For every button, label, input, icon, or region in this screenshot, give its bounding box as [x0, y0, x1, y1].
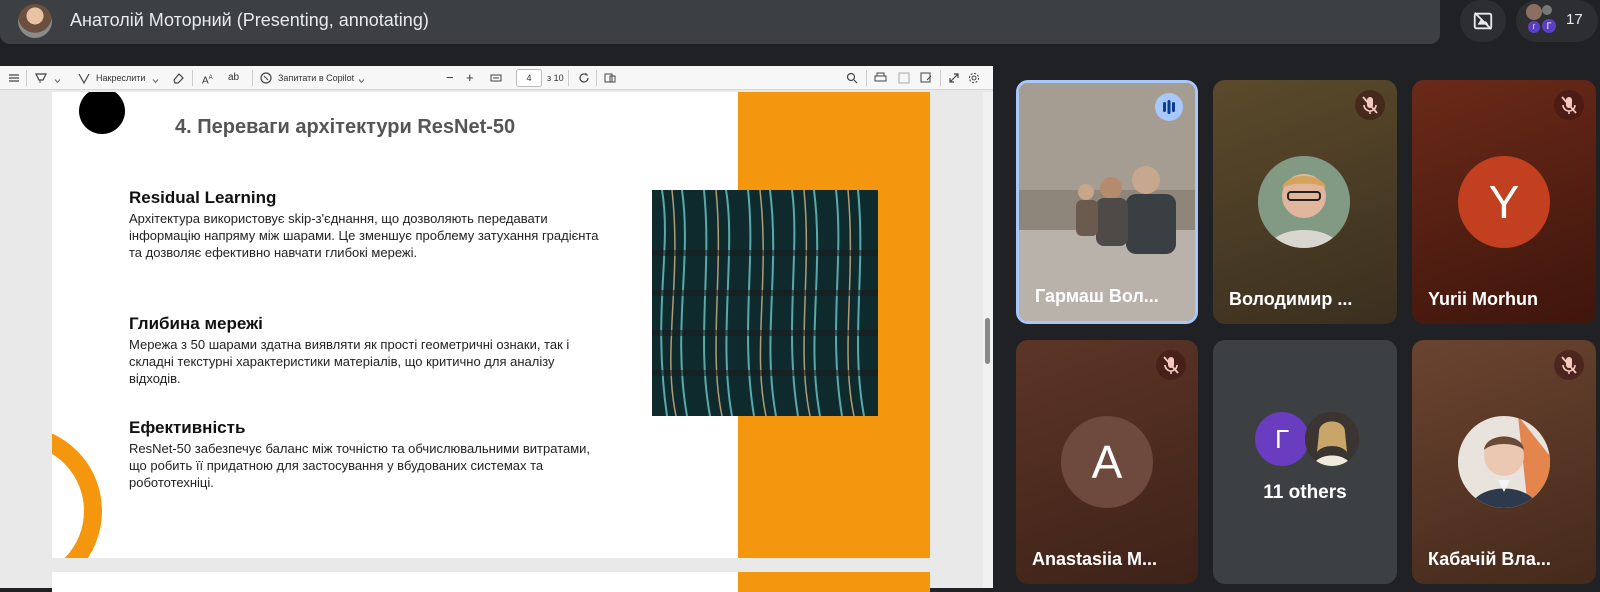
avatar [1458, 416, 1550, 508]
participant-name: Кабачій Вла... [1428, 549, 1551, 569]
separator [866, 70, 867, 86]
section-heading: Residual Learning [129, 188, 277, 207]
slide-black-circle [79, 92, 125, 134]
print-icon[interactable] [874, 71, 887, 85]
fullscreen-icon[interactable] [948, 71, 960, 85]
camera-off-icon [1473, 12, 1493, 30]
section-body: Мережа з 50 шарами здатна виявляти як пр… [129, 337, 570, 386]
presenter-name: Анатолій Моторний (Presenting, annotatin… [70, 10, 429, 30]
highlight-icon[interactable] [34, 71, 48, 85]
avatar: Y [1458, 156, 1550, 248]
search-icon[interactable] [846, 71, 858, 85]
chevron-down-icon[interactable] [152, 74, 159, 88]
translate-icon[interactable]: ab [228, 71, 239, 85]
mic-off-icon [1561, 96, 1577, 114]
fit-page-icon[interactable] [490, 71, 502, 85]
participant-tile[interactable]: Гармаш Вол... [1016, 80, 1198, 324]
next-slide-page [52, 572, 930, 592]
save-as-icon[interactable] [920, 71, 932, 85]
text-size-icon[interactable]: AA [202, 71, 213, 86]
draw-icon[interactable] [78, 71, 90, 85]
others-tile[interactable]: Г 11 others [1213, 340, 1397, 584]
avatar: Г [1255, 412, 1309, 466]
settings-icon[interactable] [968, 71, 980, 85]
section-body: ResNet-50 забезпечує баланс між точністю… [129, 441, 591, 490]
page-number-input[interactable]: 4 [516, 69, 542, 87]
separator [26, 70, 27, 86]
separator [596, 70, 597, 86]
chevron-down-icon[interactable] [358, 74, 365, 88]
slide-orange-panel [738, 572, 930, 592]
muted-indicator [1554, 350, 1584, 380]
participants-count: 17 [1566, 11, 1583, 28]
participant-tile[interactable]: Володимир ... [1213, 80, 1397, 324]
participant-tile[interactable]: Y Yurii Morhun [1412, 80, 1596, 324]
pdf-viewer: Накреслити AA ab Запитати в Copilot − + … [0, 66, 993, 592]
participants-button[interactable]: г Г 17 [1516, 0, 1598, 42]
participant-tile[interactable]: A Anastasiia M... [1016, 340, 1198, 584]
network-cables-image [652, 190, 878, 416]
cables-illustration [652, 190, 878, 416]
participant-name: Anastasiia M... [1032, 549, 1158, 569]
avatar: г [1528, 21, 1540, 33]
section-heading: Ефективність [129, 418, 246, 437]
mic-off-icon [1163, 356, 1179, 374]
mic-off-icon [1362, 96, 1378, 114]
speaking-indicator [1155, 93, 1183, 121]
audio-bars-icon [1163, 100, 1175, 114]
rotate-icon[interactable] [578, 71, 590, 85]
muted-indicator [1355, 90, 1385, 120]
zoom-in-icon[interactable]: + [466, 71, 474, 85]
page-view-icon[interactable] [604, 71, 616, 85]
section-body: Архітектура використовує skip-з'єднання,… [129, 211, 599, 260]
separator [192, 70, 193, 86]
muted-indicator [1554, 90, 1584, 120]
separator [568, 70, 569, 86]
separator [252, 70, 253, 86]
chevron-down-icon[interactable] [54, 74, 61, 88]
participant-tile[interactable]: Кабачій Вла... [1412, 340, 1596, 584]
save-icon[interactable] [898, 71, 910, 85]
avatar [1305, 412, 1359, 466]
total-pages-label: з 10 [547, 73, 564, 83]
participant-name: Володимир ... [1229, 289, 1353, 309]
participant-name: Yurii Morhun [1428, 289, 1538, 309]
scroll-thumb[interactable] [985, 318, 990, 364]
vertical-scrollbar[interactable] [983, 92, 993, 588]
avatar: Г [1542, 19, 1556, 33]
slide-title: 4. Переваги архітектури ResNet-50 [175, 116, 516, 138]
separator [940, 70, 941, 86]
zoom-out-icon[interactable]: − [446, 71, 454, 85]
avatar [1258, 156, 1350, 248]
muted-indicator [1156, 350, 1186, 380]
draw-label[interactable]: Накреслити [96, 71, 145, 85]
eraser-icon[interactable] [172, 71, 185, 85]
slide-page: 4. Переваги архітектури ResNet-50 Residu… [52, 92, 930, 558]
camera-off-button[interactable] [1460, 0, 1506, 42]
contents-icon[interactable] [8, 71, 20, 85]
slide-orange-ring [52, 426, 102, 558]
copilot-icon[interactable] [260, 71, 272, 85]
participant-name: Гармаш Вол... [1035, 286, 1159, 306]
pdf-toolbar: Накреслити AA ab Запитати в Copilot − + … [0, 66, 993, 90]
presenter-avatar [18, 4, 52, 38]
avatar [1542, 5, 1552, 15]
others-count-label: 11 others [1263, 482, 1347, 503]
mic-off-icon [1561, 356, 1577, 374]
avatar: A [1061, 416, 1153, 508]
section-heading: Глибина мережі [129, 314, 263, 333]
ask-copilot-button[interactable]: Запитати в Copilot [278, 71, 354, 85]
avatar [1526, 4, 1542, 20]
meeting-top-bar: Анатолій Моторний (Presenting, annotatin… [0, 0, 1440, 44]
